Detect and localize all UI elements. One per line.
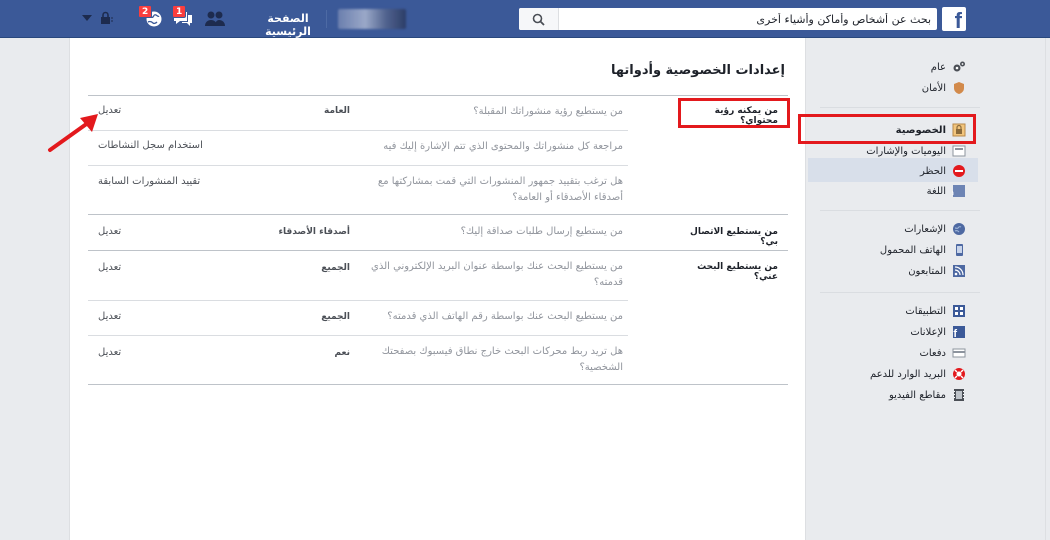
page-edge (1045, 38, 1050, 540)
sidebar-item-general[interactable]: عام (931, 58, 966, 76)
search-button[interactable] (519, 8, 559, 30)
setting-question: مراجعة كل منشوراتك والمحتوى الذي تتم الإ… (383, 141, 623, 152)
sidebar-item-payments[interactable]: دفعات (919, 344, 966, 362)
rss-icon (952, 264, 966, 278)
block-icon (952, 164, 966, 178)
home-link[interactable]: الصفحة الرئيسية (250, 12, 326, 38)
sidebar-item-label: الهاتف المحمول (879, 244, 946, 256)
sidebar-item-apps[interactable]: التطبيقات (905, 302, 966, 320)
divider (88, 300, 628, 301)
setting-value: نعم (334, 348, 350, 358)
support-icon (952, 367, 966, 381)
sidebar-item-label: عام (930, 61, 946, 73)
payments-icon (952, 346, 966, 360)
divider (88, 384, 788, 385)
profile-link[interactable] (338, 9, 406, 29)
edit-link[interactable]: تعديل (98, 226, 121, 237)
setting-question: من يستطيع رؤية منشوراتك المقبلة؟ (473, 106, 623, 117)
divider (88, 165, 628, 166)
sidebar-item-label: المتابعون (908, 265, 946, 277)
friends-icon[interactable] (204, 10, 226, 31)
sidebar-item-label: مقاطع الفيديو (888, 389, 946, 401)
svg-text:Aa: Aa (952, 189, 954, 197)
setting-value: أصدقاء الأصدقاء (278, 227, 350, 237)
timeline-icon (952, 144, 966, 158)
gears-icon (952, 60, 966, 74)
sidebar-item-label: الحظر (919, 165, 946, 177)
setting-question: من يستطيع البحث عنك بواسطة رقم الهاتف ال… (387, 311, 623, 322)
divider (88, 250, 788, 251)
divider (820, 107, 980, 108)
privacy-settings-panel: إعدادات الخصوصية وأدواتها من يمكنه رؤية … (69, 38, 806, 540)
edit-link[interactable]: تعديل (98, 347, 121, 358)
padlock-icon (952, 123, 966, 137)
globe-icon (952, 222, 966, 236)
section-label-who-can-find: من يستطيع البحث عني؟ (697, 262, 778, 282)
ads-icon: f (952, 325, 966, 340)
sidebar-item-label: البريد الوارد للدعم (869, 368, 946, 380)
mobile-icon (952, 243, 966, 257)
language-icon: Aa (945, 184, 966, 198)
apps-icon (952, 304, 966, 318)
facebook-f-icon[interactable]: f (942, 7, 966, 31)
setting-question: هل ترغب بتقييد جمهور المنشورات التي قمت … (377, 176, 623, 203)
setting-question: من يستطيع البحث عنك بواسطة عنوان البريد … (371, 261, 623, 288)
sidebar-item-ads[interactable]: f الإعلانات (910, 323, 966, 341)
globe-icon[interactable]: 2 (138, 5, 164, 31)
highlight-annotation-box (678, 98, 790, 128)
section-label-who-can-contact: من يستطيع الاتصال بي؟ (690, 227, 778, 247)
notifications-badge: 2 (138, 5, 153, 18)
setting-question: هل تريد ربط محركات البحث خارج نطاق فيسبو… (381, 346, 623, 373)
sidebar-item-videos[interactable]: مقاطع الفيديو (889, 386, 966, 404)
sidebar-item-followers[interactable]: المتابعون (908, 262, 966, 280)
sidebar-item-privacy[interactable]: الخصوصية (896, 121, 966, 139)
svg-text:f: f (953, 328, 957, 339)
search-icon (532, 13, 545, 26)
setting-value: الجميع (321, 263, 350, 273)
top-navigation-bar: f الصفحة الرئيسية 1 2 (0, 0, 1050, 38)
divider (820, 292, 980, 293)
avatar (338, 9, 406, 29)
sidebar-item-notifications[interactable]: الإشعارات (904, 220, 966, 238)
video-icon (952, 388, 966, 402)
caret-down-icon[interactable] (82, 14, 92, 25)
sidebar-item-security[interactable]: الأمان (922, 79, 966, 97)
sidebar-item-label: اليوميات والإشارات (866, 145, 946, 157)
sidebar-item-label: الخصوصية (895, 124, 946, 136)
edit-link[interactable]: تعديل (98, 262, 121, 273)
sidebar-item-label: التطبيقات (905, 305, 946, 317)
sidebar-item-label: الأمان (921, 82, 946, 94)
arrow-annotation-icon (48, 114, 98, 152)
sidebar-item-label: الإعلانات (910, 326, 946, 338)
activity-log-link[interactable]: استخدام سجل النشاطات (98, 140, 203, 151)
page-title: إعدادات الخصوصية وأدواتها (610, 63, 785, 78)
divider (88, 95, 788, 96)
shield-icon (952, 81, 966, 95)
setting-value: العامة (324, 106, 350, 116)
sidebar-item-label: الإشعارات (904, 223, 946, 235)
search-input[interactable] (571, 11, 931, 27)
messages-icon[interactable]: 1 (172, 5, 194, 31)
settings-sidebar: عام الأمان الخصوصية اليوميات والإشارات ا… (798, 38, 1050, 540)
sidebar-item-timeline[interactable]: اليوميات والإشارات (866, 142, 966, 160)
divider (88, 130, 628, 131)
setting-value: الجميع (321, 312, 350, 322)
sidebar-item-support-inbox[interactable]: البريد الوارد للدعم (870, 365, 966, 383)
divider (820, 210, 980, 211)
lock-icon[interactable] (98, 10, 114, 29)
sidebar-item-language[interactable]: Aa اللغة (927, 182, 966, 200)
messages-badge: 1 (172, 5, 187, 18)
sidebar-item-label: اللغة (926, 185, 946, 197)
limit-past-posts-link[interactable]: تقييد المنشورات السابقة (98, 176, 200, 187)
divider (326, 10, 327, 28)
setting-question: من يستطيع إرسال طلبات صداقة إليك؟ (460, 226, 623, 237)
edit-link[interactable]: تعديل (98, 311, 121, 322)
search-bar (519, 8, 937, 30)
sidebar-item-blocking[interactable]: الحظر (920, 162, 966, 180)
sidebar-item-label: دفعات (919, 347, 946, 359)
divider (88, 214, 788, 215)
sidebar-item-mobile[interactable]: الهاتف المحمول (880, 241, 966, 259)
divider (88, 335, 628, 336)
